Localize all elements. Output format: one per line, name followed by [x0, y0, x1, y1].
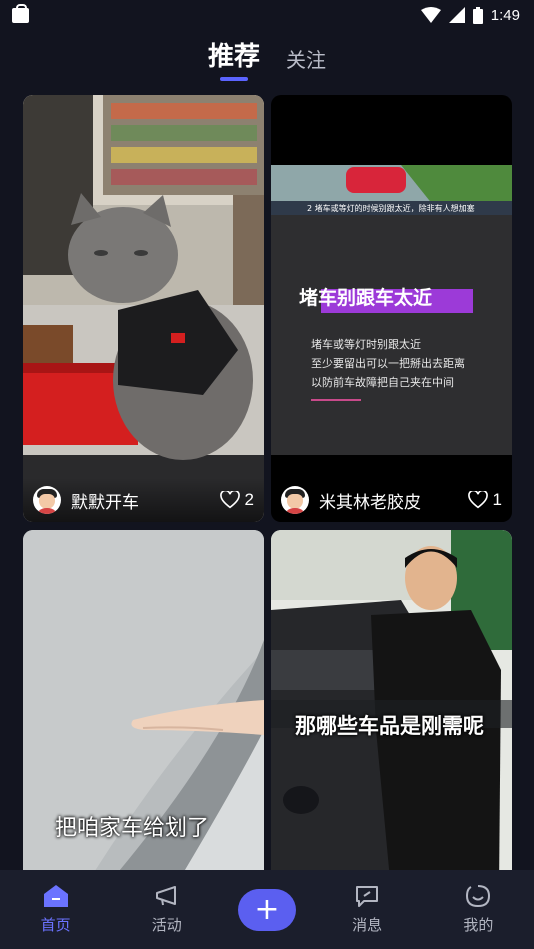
video-text: 堵车或等灯时别跟太近 至少要留出可以一把掰出去距离 以防前车故障把自己夹在中间: [311, 338, 465, 389]
bottom-nav: 首页 活动 + 消息 我的: [0, 870, 534, 949]
status-bar: 1:49: [0, 0, 534, 30]
heart-icon: [467, 491, 488, 509]
like-button[interactable]: 1: [467, 490, 502, 510]
message-icon: [356, 886, 379, 907]
status-time: 1:49: [490, 6, 520, 24]
video-caption: 那哪些车品是刚需呢: [295, 714, 484, 738]
tab-recommend[interactable]: 推荐: [207, 30, 260, 81]
author-name[interactable]: 默默开车: [71, 488, 220, 513]
battery-icon: [472, 6, 483, 24]
avatar[interactable]: [33, 486, 61, 514]
nav-mine[interactable]: 我的: [438, 884, 518, 935]
like-count: 2: [244, 490, 254, 509]
home-icon: [43, 885, 68, 907]
video-thumbnail: [271, 530, 512, 870]
like-count: 1: [492, 490, 502, 509]
nav-activity[interactable]: 活动: [127, 884, 207, 935]
video-caption: 把咱家车给划了: [55, 816, 210, 841]
wifi-icon: [420, 7, 441, 23]
feed-card[interactable]: 那哪些车品是刚需呢: [271, 530, 512, 870]
video-thumbnail: [23, 95, 264, 522]
banner-caption: 2 堵车或等灯的时候别跟太近，除非有人想加塞: [307, 204, 475, 213]
nav-messages[interactable]: 消息: [327, 884, 407, 935]
active-tab-indicator: [219, 77, 248, 81]
feed-card[interactable]: 默默开车 2: [23, 95, 264, 522]
card-footer: 米其林老胶皮 1: [271, 478, 512, 522]
nav-messages-label: 消息: [352, 916, 383, 934]
feed-card[interactable]: 2 堵车或等灯的时候别跟太近，除非有人想加塞 堵车别跟车太近 堵车或等灯时别跟太…: [271, 95, 512, 522]
plus-icon: +: [254, 892, 280, 927]
shopping-bag-icon: [12, 3, 29, 23]
nav-home[interactable]: 首页: [16, 884, 96, 935]
nav-activity-label: 活动: [151, 916, 182, 934]
signal-icon: [448, 7, 465, 23]
video-banner-image: 2 堵车或等灯的时候别跟太近，除非有人想加塞: [271, 165, 512, 215]
create-button[interactable]: +: [237, 888, 296, 931]
avatar[interactable]: [281, 486, 309, 514]
card-footer: 默默开车 2: [23, 478, 264, 522]
heart-icon: [219, 491, 240, 509]
profile-icon: [466, 885, 491, 908]
video-slide: 堵车别跟车太近 堵车或等灯时别跟太近 至少要留出可以一把掰出去距离 以防前车故障…: [271, 215, 512, 455]
nav-home-label: 首页: [40, 916, 71, 934]
video-title: 堵车别跟车太近: [299, 287, 433, 309]
tab-follow-label: 关注: [286, 48, 326, 72]
nav-mine-label: 我的: [463, 916, 494, 934]
feed-card[interactable]: 把咱家车给划了: [23, 530, 264, 870]
tab-follow[interactable]: 关注: [286, 30, 326, 73]
like-button[interactable]: 2: [219, 490, 254, 510]
megaphone-icon: [155, 886, 176, 906]
author-name[interactable]: 米其林老胶皮: [319, 488, 468, 513]
top-tabs: 推荐 关注: [0, 30, 534, 88]
tab-recommend-label: 推荐: [207, 42, 260, 72]
video-feed[interactable]: 默默开车 2 2 堵车或等灯的时候别跟太近，除非有人想加塞 堵车别跟车太近 堵车…: [23, 95, 512, 870]
